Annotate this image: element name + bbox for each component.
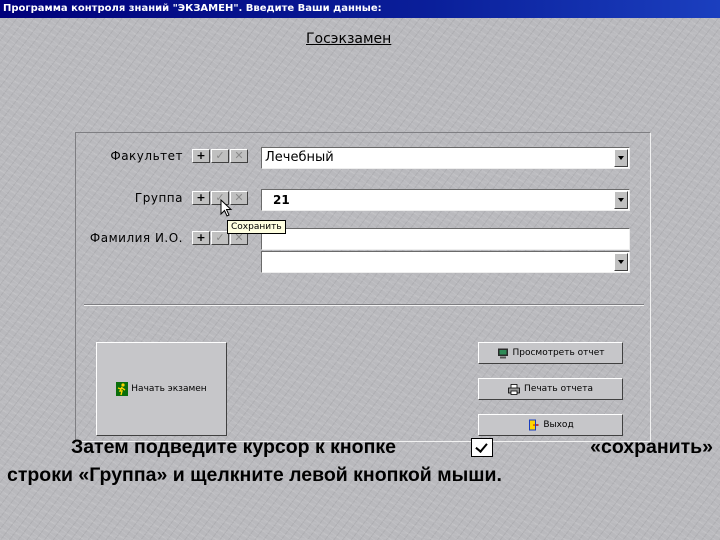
name-add-button[interactable]: +	[192, 231, 210, 245]
group-label: Группа	[134, 191, 183, 205]
group-dropdown-icon[interactable]	[614, 191, 628, 209]
faculty-select[interactable]: Лечебный	[261, 147, 630, 169]
faculty-select-value: Лечебный	[265, 150, 334, 165]
window-titlebar: Программа контроля знаний "ЭКЗАМЕН". Вве…	[0, 0, 720, 18]
view-report-label: Просмотреть отчет	[512, 348, 605, 358]
save-tooltip: Сохранить	[227, 220, 286, 234]
group-select[interactable]: 21	[261, 189, 630, 211]
panel-divider	[84, 304, 644, 306]
exam-title: Госэкзамен	[306, 31, 392, 47]
group-add-button[interactable]: +	[192, 191, 210, 205]
runner-icon	[116, 382, 129, 396]
faculty-save-button[interactable]: ✓	[211, 149, 229, 163]
print-report-button[interactable]: Печать отчета	[478, 378, 623, 400]
instruction-caption: Затем подведите курсор к кнопке «сохрани…	[7, 433, 713, 489]
group-select-value: 21	[273, 193, 290, 207]
caption-line1-part2: «сохранить»	[590, 436, 713, 458]
faculty-add-button[interactable]: +	[192, 149, 210, 163]
mouse-pointer-icon	[220, 199, 233, 217]
extra-select[interactable]	[261, 251, 630, 273]
exit-label: Выход	[543, 420, 574, 430]
exit-door-icon	[529, 419, 539, 431]
faculty-label: Факультет	[110, 149, 183, 163]
start-exam-label: Начать экзамен	[131, 384, 207, 394]
monitor-icon	[497, 348, 508, 358]
extra-dropdown-icon[interactable]	[614, 253, 628, 271]
faculty-dropdown-icon[interactable]	[614, 149, 628, 167]
name-input[interactable]	[261, 228, 630, 250]
checkmark-icon	[471, 437, 494, 457]
start-exam-button[interactable]: Начать экзамен	[96, 342, 227, 436]
print-report-label: Печать отчета	[524, 384, 593, 394]
caption-line1-part1: Затем подведите курсор к кнопке	[71, 436, 396, 458]
name-label: Фамилия И.О.	[89, 231, 183, 245]
view-report-button[interactable]: Просмотреть отчет	[478, 342, 623, 364]
printer-icon	[508, 383, 520, 395]
caption-line2: строки «Группа» и щелкните левой кнопкой…	[7, 464, 502, 486]
faculty-delete-button[interactable]: ✕	[230, 149, 248, 163]
